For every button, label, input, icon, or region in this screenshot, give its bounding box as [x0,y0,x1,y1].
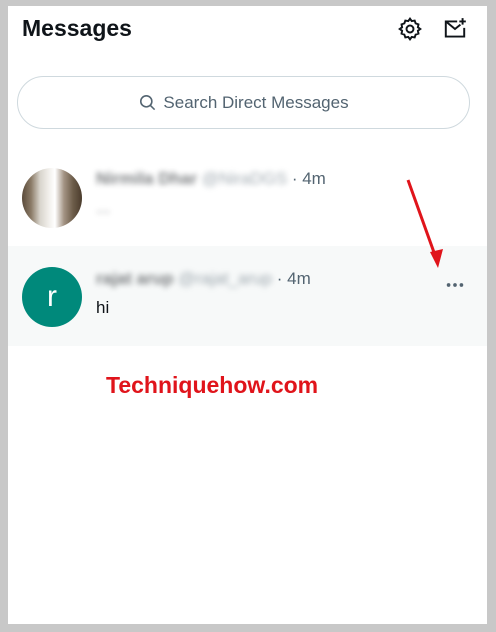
search-icon [140,94,156,111]
conversation-preview: ... [96,198,111,217]
watermark-text: Techniquehow.com [106,372,319,398]
conversation-item[interactable]: r rajat arup @rajat_arup · 4m hi [8,246,487,346]
search-placeholder: Search Direct Messages [163,92,349,112]
page-title: Messages [22,15,132,41]
conversation-name: Nirmila Dhar [96,169,198,188]
conversation-header: Nirmila Dhar @NiraDGS · 4m [96,169,326,189]
conversation-name: rajat arup [96,269,174,288]
conversation-preview: hi [96,298,110,317]
conversation-handle: @rajat_arup [178,269,273,288]
messages-header: Messages [8,6,487,56]
conversation-handle: @NiraDGS [201,169,288,188]
conversation-time: · 4m [276,269,311,288]
conversation-header: rajat arup @rajat_arup · 4m [96,269,311,289]
more-options-icon[interactable] [442,272,468,298]
search-input[interactable]: Search Direct Messages [17,76,470,129]
conversation-time: · 4m [291,169,326,188]
avatar: r [22,267,82,327]
gear-icon[interactable] [397,16,423,42]
messages-panel: Messages Search Direct Messages Nirmila … [8,6,487,624]
compose-message-icon[interactable] [442,16,468,42]
avatar [22,168,82,228]
conversation-item[interactable]: Nirmila Dhar @NiraDGS · 4m ... [8,146,487,246]
